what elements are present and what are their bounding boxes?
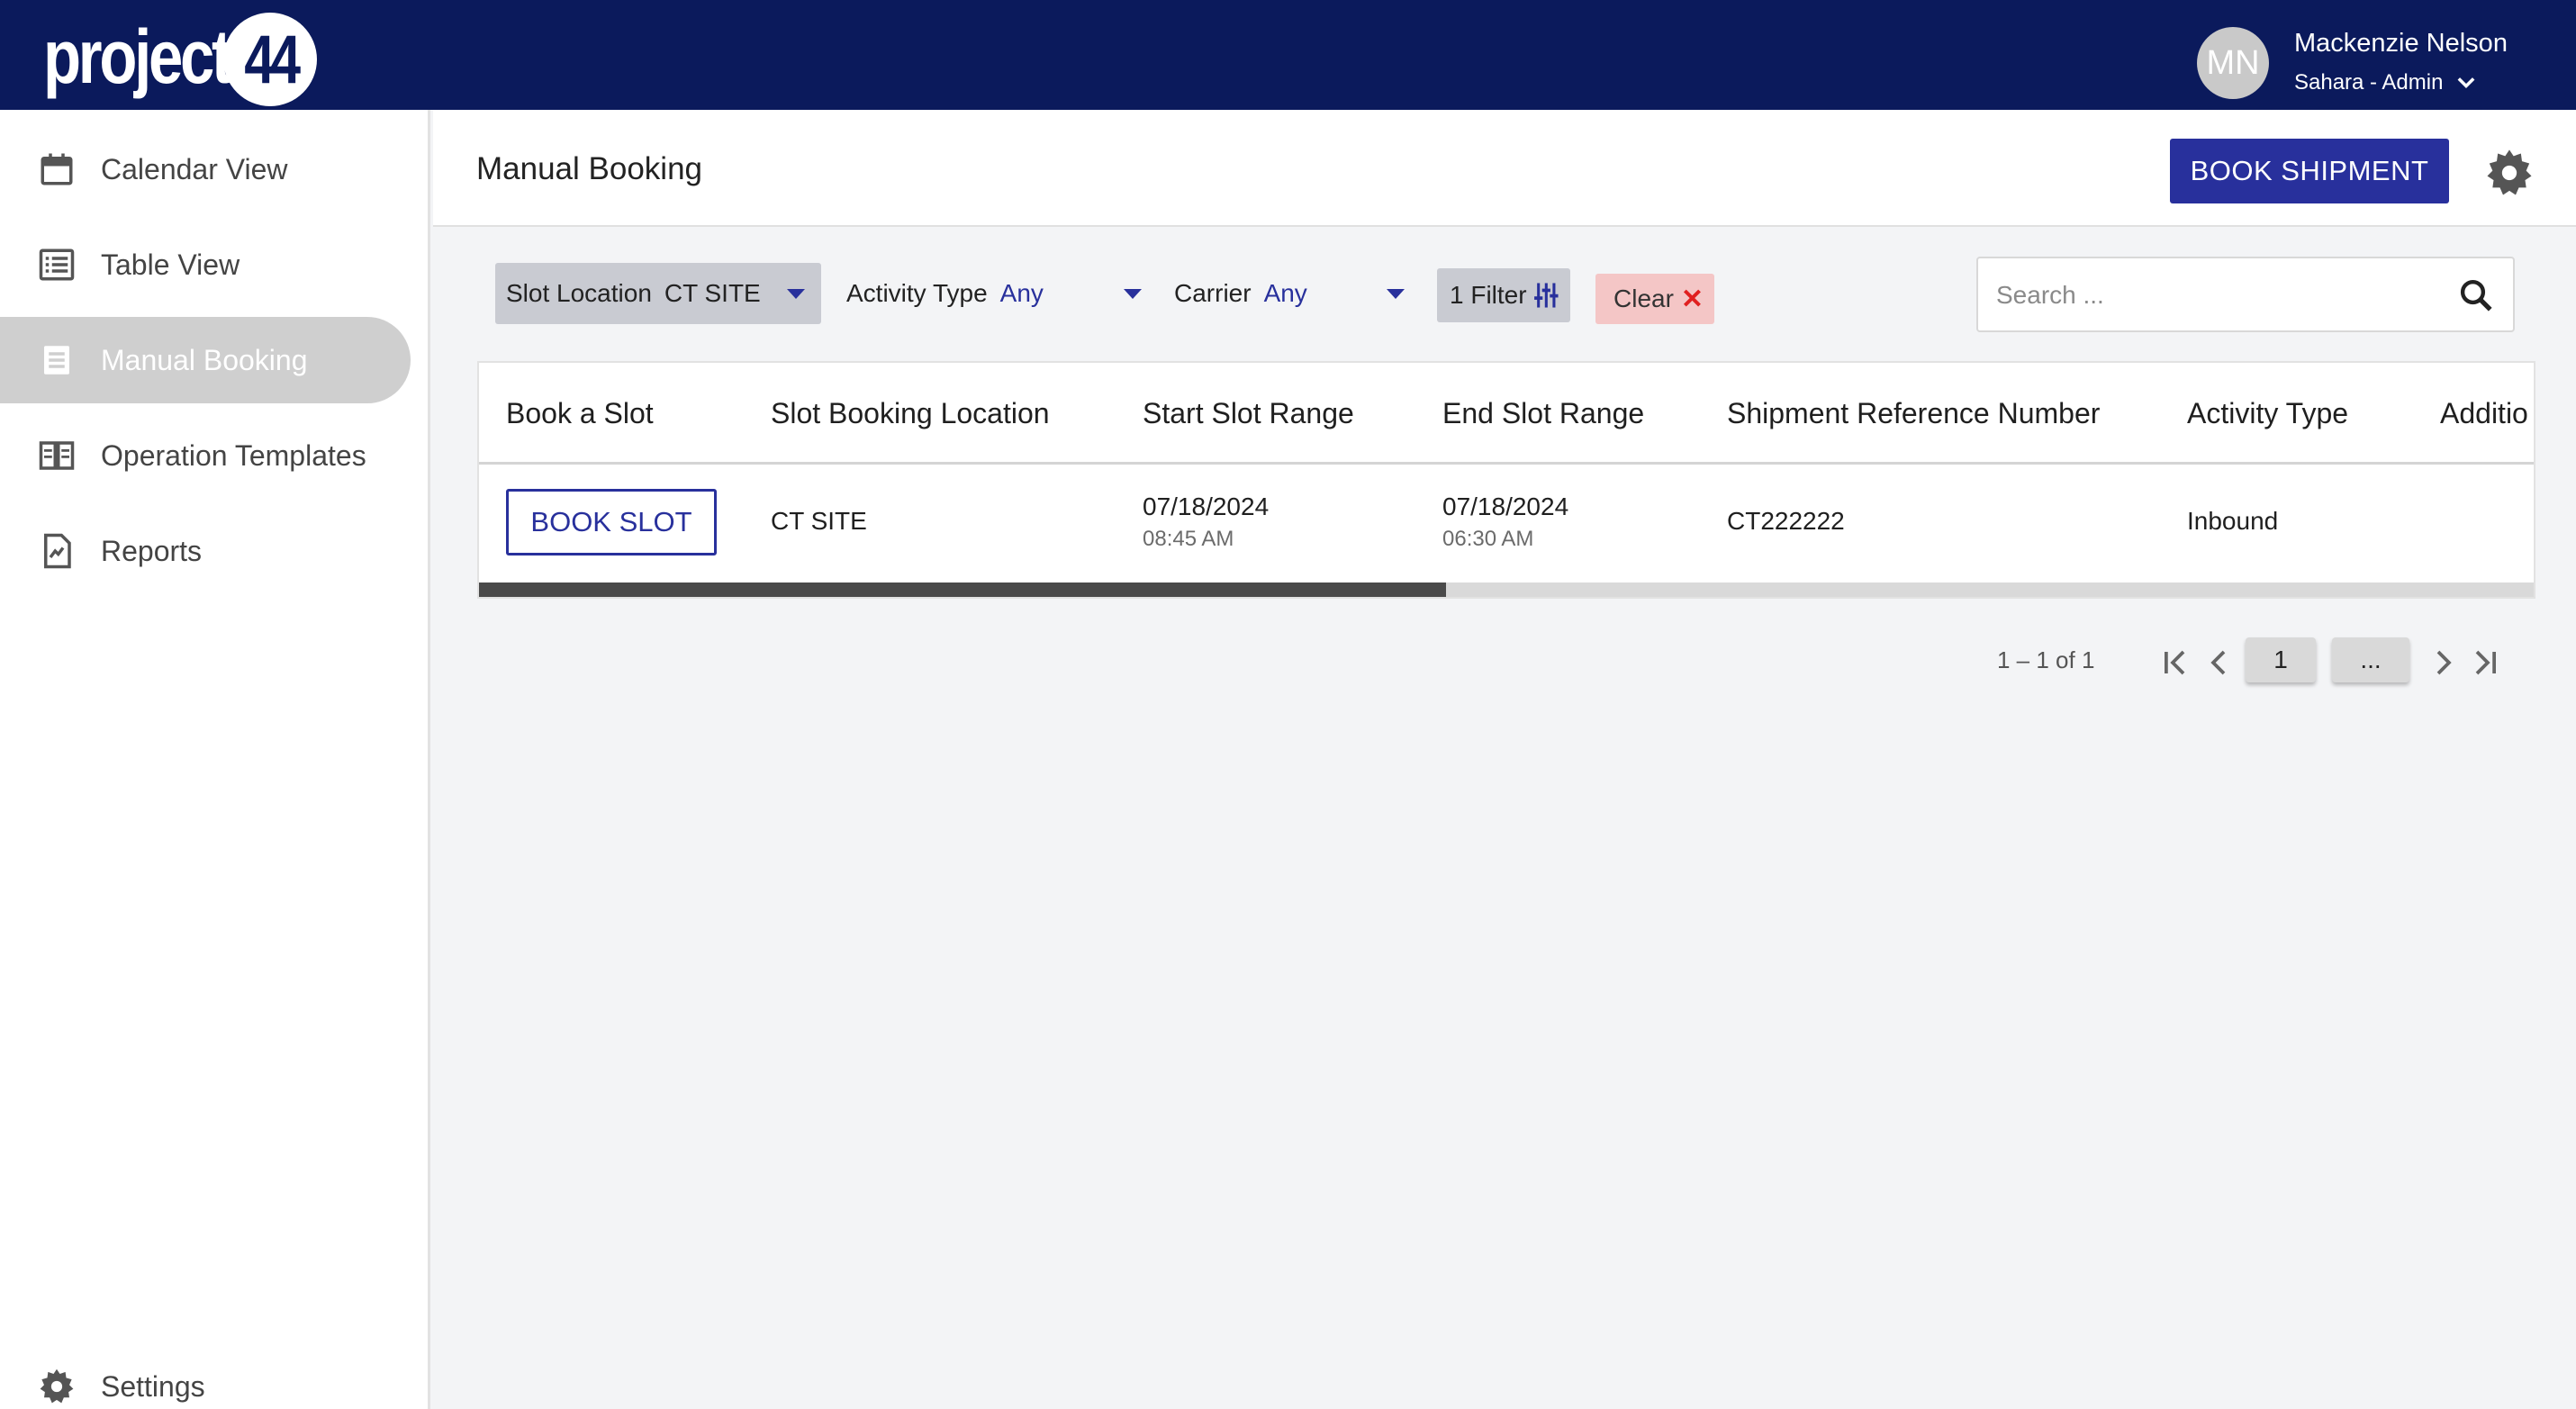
sidebar-item-calendar-view[interactable]: Calendar View — [0, 126, 411, 212]
slot-location-value: CT SITE — [664, 279, 761, 307]
project44-logo[interactable]: project 44 — [43, 7, 317, 106]
slot-location-filter[interactable]: Slot Location CT SITE — [495, 263, 821, 324]
user-name[interactable]: Mackenzie Nelson — [2294, 29, 2508, 59]
sidebar-item-label: Manual Booking — [101, 343, 308, 376]
column-header-end-slot-range[interactable]: End Slot Range — [1442, 397, 1644, 430]
carrier-label: Carrier — [1174, 279, 1252, 307]
book-icon — [38, 437, 76, 474]
sidebar-item-label: Calendar View — [101, 152, 288, 185]
cell-activity-type: Inbound — [2187, 507, 2279, 535]
user-avatar[interactable]: MN — [2197, 27, 2269, 99]
header-divider — [479, 462, 2534, 465]
caret-down-icon — [1124, 289, 1142, 299]
sidebar-item-reports[interactable]: Reports — [0, 508, 411, 594]
horizontal-scrollbar[interactable] — [479, 583, 2534, 597]
gear-icon[interactable] — [2484, 148, 2535, 198]
filter-count-button[interactable]: 1 Filter — [1437, 268, 1570, 322]
previous-page-icon[interactable] — [2202, 645, 2235, 681]
clear-filters-button[interactable]: Clear ✕ — [1595, 274, 1714, 324]
activity-type-label: Activity Type — [846, 279, 988, 307]
sidebar-item-label: Reports — [101, 534, 203, 567]
pagination-range: 1 – 1 of 1 — [1997, 646, 2095, 673]
page-title: Manual Booking — [476, 151, 702, 186]
scrollbar-thumb[interactable] — [479, 583, 1447, 597]
user-role-menu[interactable]: Sahara - Admin — [2294, 70, 2479, 95]
cell-end-time: 06:30 AM — [1442, 527, 1534, 551]
sidebar-item-table-view[interactable]: Table View — [0, 221, 411, 308]
top-bar: project 44 MN Mackenzie Nelson Sahara - … — [0, 0, 2576, 110]
cell-start-date: 07/18/2024 — [1143, 492, 1270, 520]
bookings-table: Book a Slot Slot Booking Location Start … — [477, 361, 2535, 599]
book-shipment-button[interactable]: BOOK SHIPMENT — [2170, 139, 2449, 203]
logo-badge: 44 — [223, 13, 317, 106]
sidebar-item-label: Table View — [101, 248, 240, 281]
page-button-more[interactable]: ... — [2332, 637, 2409, 682]
report-icon — [38, 532, 76, 570]
close-icon: ✕ — [1680, 284, 1704, 314]
chevron-down-icon — [2458, 77, 2475, 88]
column-header-activity-type[interactable]: Activity Type — [2187, 397, 2348, 430]
activity-type-value: Any — [999, 279, 1044, 307]
sidebar-item-manual-booking[interactable]: Manual Booking — [0, 317, 411, 403]
book-slot-button[interactable]: BOOK SLOT — [506, 489, 717, 555]
slot-location-label: Slot Location — [506, 279, 652, 307]
search-input[interactable] — [1996, 275, 2446, 316]
column-header-shipment-reference-number[interactable]: Shipment Reference Number — [1727, 397, 2100, 430]
sidebar-item-label: Operation Templates — [101, 438, 366, 472]
sidebar: Calendar View Table View Manual Booking … — [0, 110, 430, 1409]
column-header-book-a-slot[interactable]: Book a Slot — [506, 397, 654, 430]
filter-count-label: 1 Filter — [1450, 281, 1527, 309]
logo-text: project — [43, 14, 232, 99]
clear-label: Clear — [1613, 285, 1674, 312]
column-header-start-slot-range[interactable]: Start Slot Range — [1143, 397, 1354, 430]
sidebar-item-label: Settings — [101, 1369, 205, 1403]
next-page-icon[interactable] — [2427, 645, 2460, 681]
gear-icon — [38, 1368, 76, 1405]
first-page-icon[interactable] — [2159, 645, 2192, 681]
sliders-icon — [1533, 283, 1559, 308]
logo-number: 44 — [243, 21, 301, 98]
main-header: Manual Booking BOOK SHIPMENT — [433, 110, 2576, 227]
cell-location: CT SITE — [771, 507, 867, 535]
carrier-filter[interactable]: Carrier Any — [1163, 263, 1415, 324]
activity-type-filter[interactable]: Activity Type Any — [836, 263, 1149, 324]
last-page-icon[interactable] — [2469, 645, 2501, 681]
caret-down-icon — [1387, 289, 1405, 299]
cell-reference: CT222222 — [1727, 507, 1845, 535]
user-role-label: Sahara - Admin — [2294, 70, 2444, 95]
document-icon — [38, 341, 76, 379]
column-header-slot-booking-location[interactable]: Slot Booking Location — [771, 397, 1050, 430]
caret-down-icon — [787, 289, 805, 299]
column-header-additional[interactable]: Additio — [2440, 397, 2528, 430]
list-icon — [38, 246, 76, 284]
search-icon[interactable] — [2457, 276, 2495, 314]
carrier-value: Any — [1263, 279, 1307, 307]
sidebar-item-operation-templates[interactable]: Operation Templates — [0, 412, 411, 499]
cell-start-time: 08:45 AM — [1143, 527, 1234, 551]
calendar-icon — [38, 150, 76, 188]
search-box — [1976, 257, 2515, 332]
cell-end-date: 07/18/2024 — [1442, 492, 1569, 520]
sidebar-item-settings[interactable]: Settings — [0, 1343, 411, 1409]
page-button-current[interactable]: 1 — [2246, 637, 2316, 682]
